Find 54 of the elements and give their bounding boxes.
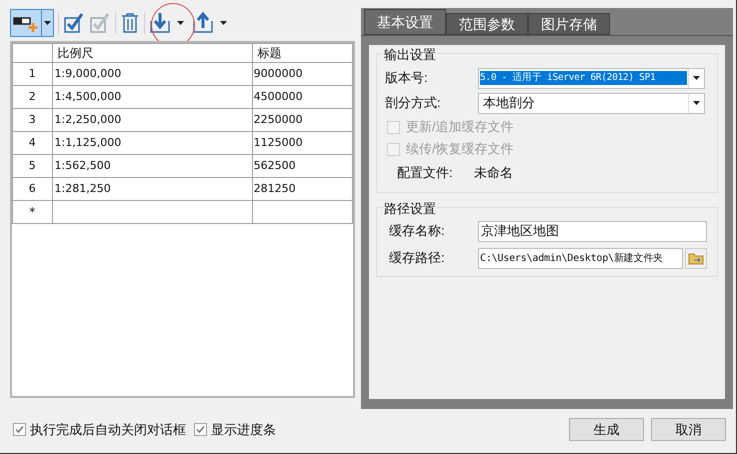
tab[interactable]: 基本设置 — [364, 9, 446, 35]
dialog-button[interactable]: 生成 — [569, 418, 644, 441]
cache-path-field[interactable]: C:\Users\admin\Desktop\新建文件夹 — [478, 248, 683, 268]
caret-icon — [44, 21, 51, 25]
table-cell: 1:9,000,000 — [52, 62, 252, 86]
caret-icon — [693, 76, 700, 80]
folder-icon — [688, 252, 704, 264]
caret-icon — [177, 21, 184, 25]
column-header[interactable]: 标题 — [252, 44, 352, 62]
field-label: 缓存路径: — [388, 249, 446, 268]
row-number: 5 — [12, 154, 52, 178]
field-label: 缓存名称: — [388, 222, 446, 240]
select-all-icon[interactable] — [63, 12, 85, 34]
split-dropdown[interactable]: 本地剖分 — [478, 92, 705, 114]
row-number: 6 — [12, 178, 52, 200]
browse-folder-button[interactable] — [685, 248, 707, 268]
cache-name-field[interactable]: 京津地区地图 — [478, 220, 707, 242]
add-scale-button[interactable] — [10, 9, 54, 37]
tab[interactable]: 图片存储 — [528, 13, 610, 35]
new-row-marker: * — [12, 200, 52, 224]
import-icon[interactable] — [149, 12, 171, 34]
row-number: 4 — [12, 132, 52, 154]
version-dropdown[interactable]: 5.0 - 适用于 iServer 6R(2012) SP1 — [478, 68, 705, 88]
table-cell: 4500000 — [252, 86, 352, 108]
dialog-button[interactable]: 取消 — [651, 418, 726, 441]
table-cell: 1:2,250,000 — [52, 108, 252, 132]
row-number: 1 — [12, 62, 52, 86]
field-label: 版本号: — [385, 69, 429, 88]
checkbox[interactable] — [13, 423, 26, 436]
table-cell: 9000000 — [252, 62, 352, 86]
checkbox-label: 执行完成后自动关闭对话框 — [30, 421, 186, 439]
caret-icon — [693, 101, 700, 105]
checkbox-label: 显示进度条 — [211, 421, 276, 439]
field-label: 剖分方式: — [385, 94, 442, 112]
checkbox[interactable] — [194, 423, 207, 436]
trash-icon[interactable] — [120, 12, 140, 34]
caret-icon — [220, 21, 227, 25]
table-cell: 1:1,125,000 — [52, 132, 252, 154]
table-cell: 2250000 — [252, 108, 352, 132]
config-file-value: 未命名 — [474, 164, 513, 182]
table-cell: 1:4,500,000 — [52, 86, 252, 108]
table-cell: 1:281,250 — [52, 178, 252, 200]
row-number: 2 — [12, 86, 52, 108]
table-cell: 1:562,500 — [52, 154, 252, 178]
checkbox-label: 更新/追加缓存文件 — [406, 118, 514, 136]
table-cell: 281250 — [252, 178, 352, 200]
checkbox-label: 续传/恢复缓存文件 — [406, 140, 514, 158]
tab[interactable]: 范围参数 — [446, 13, 528, 35]
column-header[interactable]: 比例尺 — [52, 44, 252, 62]
field-label: 配置文件: — [397, 164, 454, 182]
table-cell: 562500 — [252, 154, 352, 178]
export-icon[interactable] — [192, 12, 214, 34]
table-cell: 1125000 — [252, 132, 352, 154]
row-number: 3 — [12, 108, 52, 132]
